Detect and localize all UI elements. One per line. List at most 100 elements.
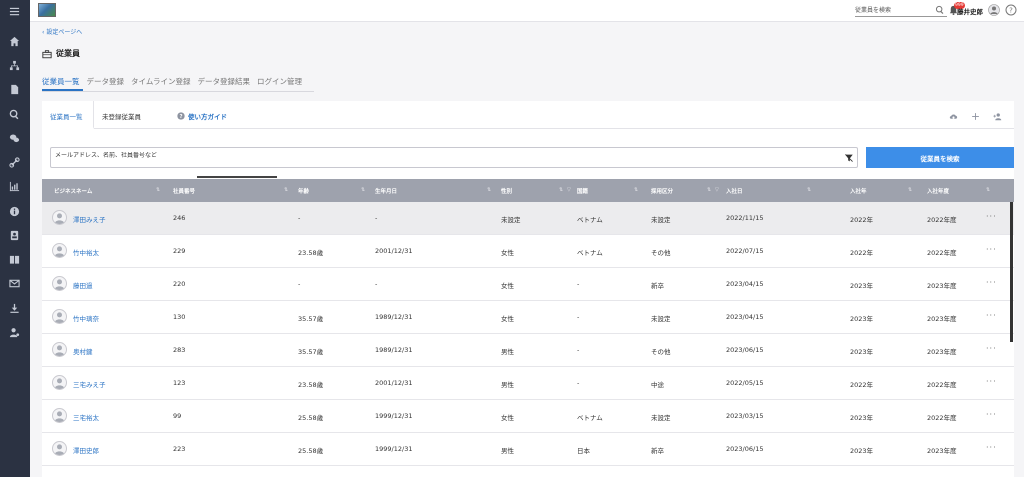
filter-icon[interactable]: ▽: [715, 187, 719, 193]
info-icon[interactable]: [7, 204, 21, 218]
sort-icon[interactable]: ⇅: [634, 187, 638, 193]
org-chart-icon[interactable]: [7, 58, 21, 72]
employee-search-input[interactable]: [855, 5, 935, 16]
user-settings-icon[interactable]: [7, 325, 21, 339]
avatar-person-icon: [54, 246, 65, 257]
employee-name-link[interactable]: 澤田史郎: [73, 445, 99, 455]
cell-fiscal-year: 2023年度: [927, 348, 957, 356]
cloud-download-button[interactable]: [944, 108, 962, 124]
employee-name-link[interactable]: 藤田過: [73, 280, 93, 290]
column-header-age[interactable]: 年齢: [298, 187, 309, 195]
table-row[interactable]: 三宅裕太 99 25.58歳 1999/12/31 女性 ベトナム 未設定 2023/03/1…: [42, 400, 1014, 433]
cell-birth-date: 1989/12/31: [375, 313, 413, 321]
row-more-icon[interactable]: ···: [986, 377, 997, 386]
table-row[interactable]: 三宅みえ子 123 23.58歳 2001/12/31 男性 - 中途 2022/05/15 2…: [42, 367, 1014, 400]
row-more-icon[interactable]: ···: [986, 311, 997, 320]
filter-input[interactable]: [55, 152, 815, 159]
row-more-icon[interactable]: ···: [986, 278, 997, 287]
home-icon[interactable]: [7, 34, 21, 48]
tab-timeline-registration[interactable]: タイムライン登録: [131, 76, 193, 91]
employee-name-link[interactable]: 三宅裕太: [73, 412, 99, 422]
cell-hire-type: 未設定: [651, 414, 671, 422]
link-icon[interactable]: [7, 155, 21, 169]
avatar-person-icon: [54, 444, 65, 455]
column-header-gender[interactable]: 性別: [501, 187, 512, 195]
section-tabs: 従業員一覧 データ登録 タイムライン登録 データ登録結果 ログイン管理: [42, 76, 314, 92]
table-row[interactable]: 竹中璃奈 130 35.57歳 1989/12/31 女性 - 未設定 2023/04/15 2…: [42, 301, 1014, 334]
tab-login-management[interactable]: ログイン管理: [257, 76, 305, 91]
search-icon[interactable]: [935, 5, 945, 15]
column-header-business-name[interactable]: ビジネスネーム: [54, 187, 92, 195]
employee-name-link[interactable]: 奥村鍵: [73, 346, 93, 356]
employee-name-link[interactable]: 三宅みえ子: [73, 379, 106, 389]
cell-employee-number: 246: [173, 214, 186, 222]
menu-icon[interactable]: [7, 4, 21, 18]
sort-icon[interactable]: ⇅: [559, 187, 563, 193]
chat-icon[interactable]: [7, 131, 21, 145]
help-icon[interactable]: ?: [1005, 4, 1017, 16]
filter-icon[interactable]: ▽: [567, 187, 571, 193]
card-tab-employee-list[interactable]: 従業員一覧: [50, 111, 83, 121]
tab-employee-list[interactable]: 従業員一覧: [42, 76, 83, 91]
add-button[interactable]: [966, 108, 984, 124]
table-row[interactable]: 藤田過 220 - - 女性 - 新卒 2023/04/15 2023年 2023年度 ···: [42, 268, 1014, 301]
column-header-hire-type[interactable]: 採用区分: [651, 187, 673, 195]
avatar-person-icon: [54, 279, 65, 290]
id-card-icon[interactable]: [7, 228, 21, 242]
document-icon[interactable]: [7, 82, 21, 96]
sort-icon[interactable]: ⇅: [807, 187, 811, 193]
sort-icon[interactable]: ⇅: [361, 187, 365, 193]
table-row[interactable]: 奥村鍵 283 35.57歳 1989/12/31 男性 - その他 2023/06/15 20…: [42, 334, 1014, 367]
tab-data-registration[interactable]: データ登録: [87, 76, 128, 91]
sort-icon[interactable]: ⇅: [487, 187, 491, 193]
column-header-hire-date[interactable]: 入社日: [726, 187, 743, 195]
card-tab-unregistered[interactable]: 未登録従業員: [102, 111, 141, 121]
search-employees-button[interactable]: 従業員を検索: [866, 147, 1014, 168]
cell-employee-number: 283: [173, 346, 186, 354]
mail-icon[interactable]: [7, 276, 21, 290]
table-row[interactable]: 澤田みえ子 246 - - 未設定 ベトナム 未設定 2022/11/15 2022年 2022年…: [42, 202, 1014, 235]
add-user-button[interactable]: [988, 108, 1006, 124]
tab-registration-results[interactable]: データ登録結果: [197, 76, 253, 91]
svg-text:?: ?: [179, 114, 182, 120]
cell-fiscal-year: 2022年度: [927, 216, 957, 224]
user-icon[interactable]: [988, 4, 1000, 16]
employee-name-link[interactable]: 竹中裕太: [73, 247, 99, 257]
vertical-scrollbar[interactable]: [1010, 202, 1013, 342]
book-icon[interactable]: [7, 252, 21, 266]
horizontal-scroll-indicator[interactable]: [197, 176, 277, 178]
column-header-employee-number[interactable]: 社員番号: [173, 187, 195, 195]
column-header-fiscal-year[interactable]: 入社年度: [927, 187, 949, 195]
filter-off-icon[interactable]: [844, 153, 854, 163]
column-header-birth-date[interactable]: 生年月日: [375, 187, 397, 195]
row-more-icon[interactable]: ···: [986, 410, 997, 419]
username[interactable]: 藤井史郎: [957, 6, 983, 16]
sort-icon[interactable]: ⇅: [908, 187, 912, 193]
search-icon[interactable]: [7, 107, 21, 121]
cell-hire-date: 2023/03/15: [726, 412, 764, 420]
row-more-icon[interactable]: ···: [986, 245, 997, 254]
company-logo[interactable]: [38, 3, 56, 17]
cell-employee-number: 99: [173, 412, 182, 420]
cell-hire-type: その他: [651, 348, 671, 356]
row-more-icon[interactable]: ···: [986, 443, 997, 452]
usage-guide-link[interactable]: ? 使い方ガイド: [177, 111, 227, 121]
table-row[interactable]: 竹中裕太 229 23.58歳 2001/12/31 女性 ベトナム その他 2022/07/…: [42, 235, 1014, 268]
cell-gender: 男性: [501, 381, 514, 389]
column-header-hire-year[interactable]: 入社年: [850, 187, 867, 195]
table-row[interactable]: 澤田史郎 223 25.58歳 1999/12/31 男性 日本 新卒 2023/06/15 2…: [42, 433, 1014, 466]
row-more-icon[interactable]: ···: [986, 344, 997, 353]
cell-employee-number: 223: [173, 445, 186, 453]
download-icon[interactable]: [7, 301, 21, 315]
sort-icon[interactable]: ⇅: [284, 187, 288, 193]
column-header-nationality[interactable]: 国籍: [577, 187, 588, 195]
chart-icon[interactable]: [7, 179, 21, 193]
back-to-settings-link[interactable]: ‹ 設定ページへ: [42, 27, 82, 36]
employee-name-link[interactable]: 竹中璃奈: [73, 313, 99, 323]
cell-gender: 女性: [501, 282, 514, 290]
sort-icon[interactable]: ⇅: [156, 187, 160, 193]
row-more-icon[interactable]: ···: [986, 212, 997, 221]
sort-icon[interactable]: ⇅: [986, 187, 990, 193]
employee-name-link[interactable]: 澤田みえ子: [73, 214, 106, 224]
sort-icon[interactable]: ⇅: [707, 187, 711, 193]
